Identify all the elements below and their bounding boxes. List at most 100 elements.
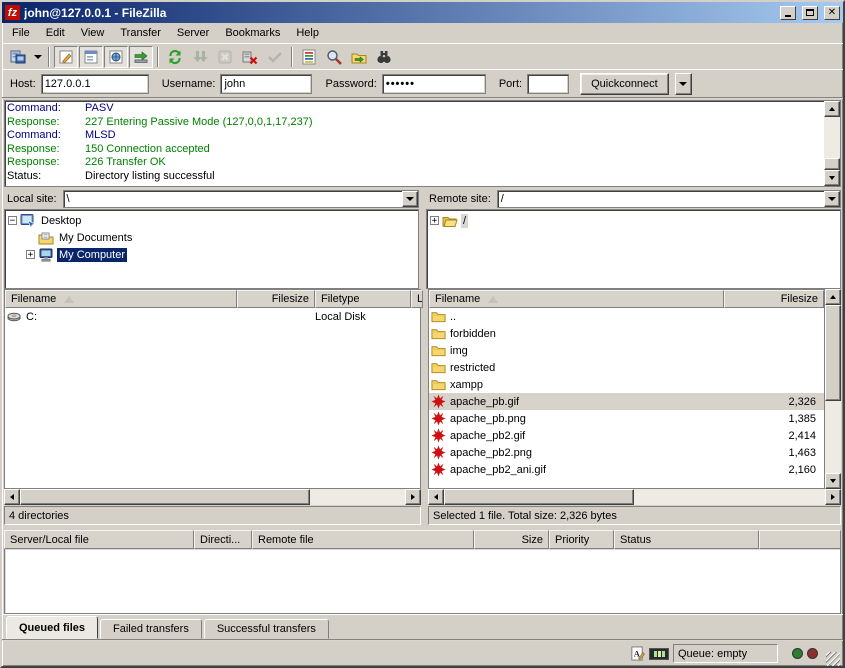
log-vertical-scrollbar[interactable]: [824, 101, 840, 186]
file-row[interactable]: apache_pb.gif2,326: [429, 393, 824, 410]
local-list-header: FilenameFilesizeFiletype L: [5, 290, 420, 308]
toggle-local-tree-icon[interactable]: [79, 46, 103, 68]
minimize-button[interactable]: [780, 6, 796, 20]
speed-limit-icon[interactable]: [649, 648, 669, 660]
disconnect-icon[interactable]: [238, 46, 262, 68]
scrollbar-thumb[interactable]: [20, 489, 310, 505]
site-manager-dropdown-icon[interactable]: [31, 46, 44, 68]
menu-item-bookmarks[interactable]: Bookmarks: [217, 25, 288, 41]
column-header-l[interactable]: L: [411, 290, 423, 308]
scroll-right-button[interactable]: [405, 489, 421, 505]
triangle-right-icon: [831, 494, 835, 500]
file-row[interactable]: xampp: [429, 376, 824, 393]
remote-horizontal-scrollbar[interactable]: [428, 489, 841, 505]
expand-plus-icon[interactable]: +: [26, 250, 35, 259]
file-row[interactable]: apache_pb2.png1,463: [429, 444, 824, 461]
queue-tabs: Queued filesFailed transfers Successful t…: [2, 614, 843, 639]
scrollbar-thumb[interactable]: [825, 305, 841, 401]
queue-column-remotefile[interactable]: Remote file: [252, 530, 474, 549]
scroll-down-button[interactable]: [824, 170, 840, 186]
tree-item[interactable]: +/: [427, 212, 840, 229]
file-row[interactable]: apache_pb2.gif2,414: [429, 427, 824, 444]
column-header-filesize[interactable]: Filesize: [724, 290, 824, 308]
file-row[interactable]: C:Local Disk: [5, 308, 420, 325]
queue-column-serverlocalfile[interactable]: Server/Local file: [4, 530, 194, 549]
menu-item-help[interactable]: Help: [288, 25, 327, 41]
file-row[interactable]: forbidden: [429, 325, 824, 342]
cancel-icon[interactable]: [213, 46, 237, 68]
collapse-minus-icon[interactable]: −: [8, 216, 17, 225]
chevron-down-icon: [34, 55, 42, 59]
tab-label: Successful transfers: [217, 623, 316, 635]
tab-queued-files[interactable]: Queued files: [6, 616, 98, 639]
file-search-icon[interactable]: [322, 46, 346, 68]
file-row[interactable]: apache_pb.png1,385: [429, 410, 824, 427]
remote-site-combo[interactable]: /: [497, 190, 841, 208]
process-queue-icon: [192, 49, 208, 65]
chevron-down-icon: [828, 197, 836, 201]
column-header-filetype[interactable]: Filetype: [315, 290, 411, 308]
scroll-left-button[interactable]: [4, 489, 20, 505]
file-row[interactable]: ..: [429, 308, 824, 325]
tab-successful-transfers[interactable]: Successful transfers: [204, 619, 329, 639]
queue-column-size[interactable]: Size: [474, 530, 549, 549]
column-header-label: L: [417, 293, 423, 305]
queue-column-status[interactable]: Status: [614, 530, 759, 549]
file-size: 2,160: [724, 464, 824, 476]
tree-item[interactable]: −Desktop: [5, 212, 418, 229]
resize-grip[interactable]: [826, 652, 840, 666]
quickconnect-button[interactable]: Quickconnect: [580, 73, 669, 95]
scroll-right-button[interactable]: [825, 489, 841, 505]
port-input[interactable]: [527, 74, 569, 94]
directory-comparison-icon[interactable]: [372, 46, 396, 68]
username-input[interactable]: [220, 74, 312, 94]
scroll-up-button[interactable]: [824, 101, 840, 117]
close-button[interactable]: ✕: [824, 6, 840, 20]
file-row[interactable]: restricted: [429, 359, 824, 376]
toggle-remote-tree-icon[interactable]: [104, 46, 128, 68]
process-queue-icon[interactable]: [188, 46, 212, 68]
scroll-up-button[interactable]: [825, 289, 841, 305]
column-header-filesize[interactable]: Filesize: [237, 290, 315, 308]
tree-item[interactable]: +My Computer: [5, 246, 418, 263]
maximize-button[interactable]: [802, 6, 818, 20]
remote-site-dropdown-button[interactable]: [824, 191, 840, 207]
transfer-type-icon[interactable]: A: [629, 646, 645, 662]
local-horizontal-scrollbar[interactable]: [4, 489, 421, 505]
queue-body[interactable]: [4, 549, 841, 614]
scrollbar-thumb[interactable]: [444, 489, 634, 505]
tab-failed-transfers[interactable]: Failed transfers: [100, 619, 202, 639]
tree-item[interactable]: My Documents: [5, 229, 418, 246]
menu-item-edit[interactable]: Edit: [38, 25, 73, 41]
title-bar[interactable]: fz john@127.0.0.1 - FileZilla ✕: [2, 2, 843, 23]
scrollbar-thumb[interactable]: [824, 158, 840, 170]
menu-item-server[interactable]: Server: [169, 25, 217, 41]
menu-item-view[interactable]: View: [73, 25, 113, 41]
password-input[interactable]: [382, 74, 486, 94]
menu-item-transfer[interactable]: Transfer: [112, 25, 169, 41]
remote-vertical-scrollbar[interactable]: [825, 289, 841, 489]
column-header-filename[interactable]: Filename: [5, 290, 237, 308]
toggle-transfer-queue-icon[interactable]: [129, 46, 153, 68]
local-site-dropdown-button[interactable]: [402, 191, 418, 207]
triangle-up-icon: [830, 295, 836, 299]
toggle-message-log-icon[interactable]: [54, 46, 78, 68]
quickconnect-dropdown-button[interactable]: [675, 73, 692, 95]
site-manager-icon[interactable]: [6, 46, 30, 68]
filter-icon[interactable]: [297, 46, 321, 68]
menu-item-file[interactable]: File: [4, 25, 38, 41]
file-row[interactable]: img: [429, 342, 824, 359]
sort-ascending-icon: [64, 296, 74, 303]
refresh-icon[interactable]: [163, 46, 187, 68]
reconnect-icon[interactable]: [263, 46, 287, 68]
local-site-combo[interactable]: \: [63, 190, 419, 208]
queue-column-directi[interactable]: Directi...: [194, 530, 252, 549]
file-row[interactable]: apache_pb2_ani.gif2,160: [429, 461, 824, 478]
host-input[interactable]: [41, 74, 149, 94]
column-header-filename[interactable]: Filename: [429, 290, 724, 308]
queue-column-priority[interactable]: Priority: [549, 530, 614, 549]
scroll-down-button[interactable]: [825, 473, 841, 489]
expand-plus-icon[interactable]: +: [430, 216, 439, 225]
scroll-left-button[interactable]: [428, 489, 444, 505]
synchronized-browsing-icon[interactable]: [347, 46, 371, 68]
